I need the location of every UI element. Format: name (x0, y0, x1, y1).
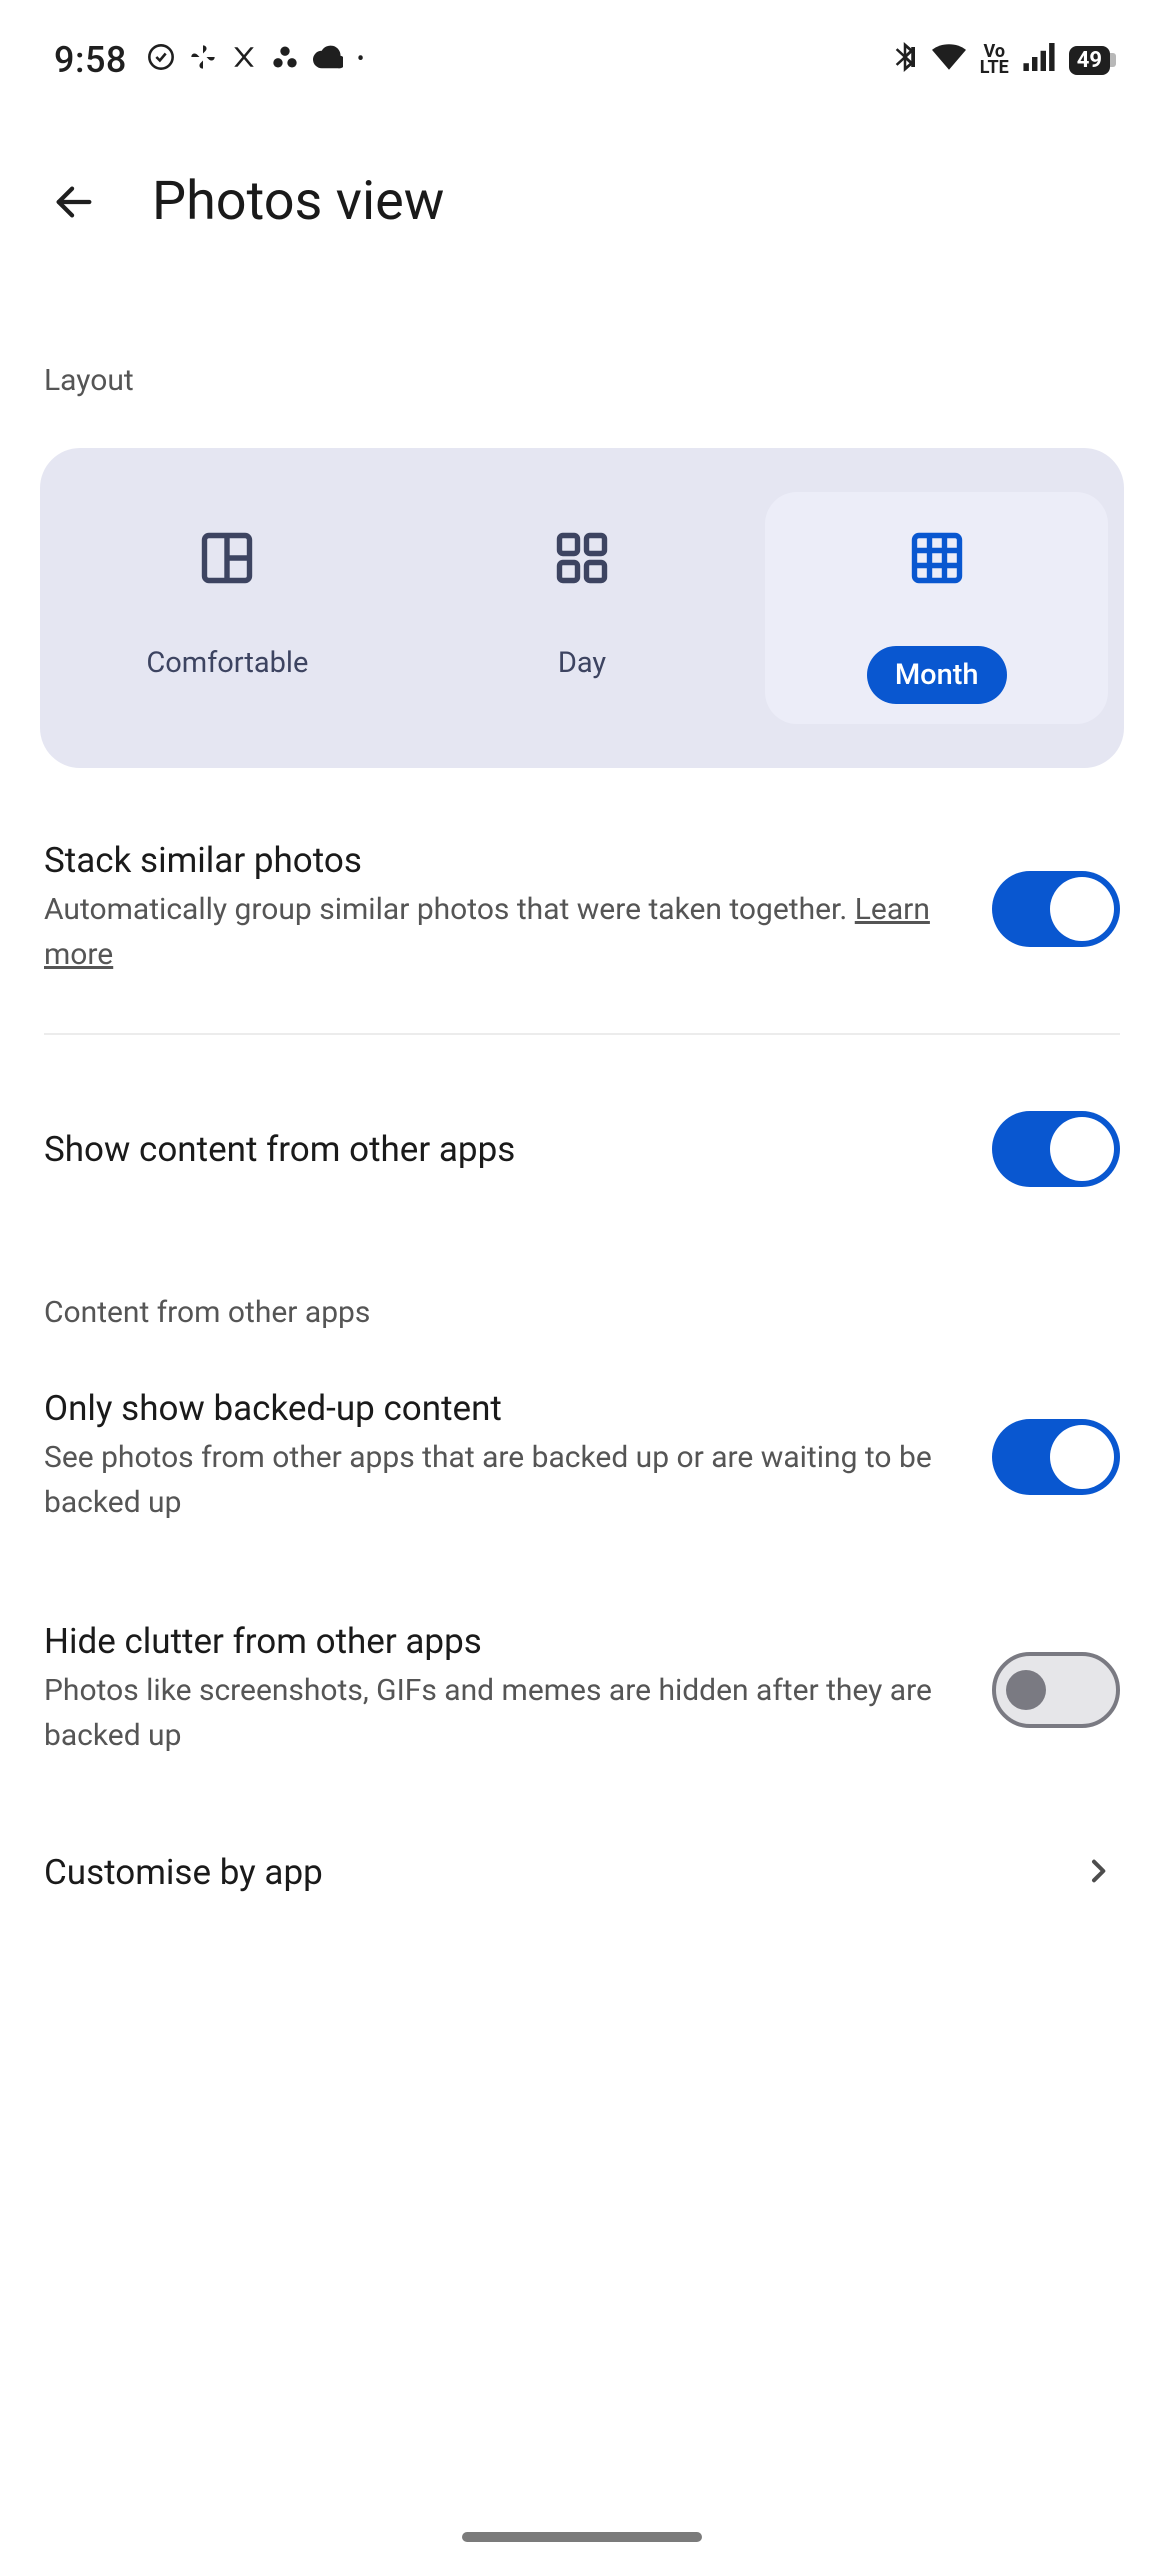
arrow-left-icon (51, 179, 97, 225)
dot-icon: • (357, 49, 364, 71)
toggle-only-backed-up[interactable] (992, 1419, 1120, 1495)
setting-text: Hide clutter from other apps Photos like… (44, 1621, 968, 1758)
setting-title: Only show backed-up content (44, 1388, 968, 1429)
setting-text: Only show backed-up content See photos f… (44, 1388, 968, 1525)
setting-title: Hide clutter from other apps (44, 1621, 968, 1662)
setting-stack-similar[interactable]: Stack similar photos Automatically group… (0, 768, 1164, 1025)
layout-label: Month (867, 646, 1007, 704)
cloud-icon (313, 45, 343, 75)
comfortable-icon (197, 528, 257, 588)
setting-text: Stack similar photos Automatically group… (44, 840, 968, 977)
status-clock: 9:58 (54, 39, 127, 81)
volte-icon: VoLTE (980, 44, 1009, 76)
battery-icon: 49 (1069, 46, 1110, 75)
signal-icon (1023, 43, 1055, 77)
layout-option-month[interactable]: Month (765, 492, 1108, 724)
month-icon (907, 528, 967, 588)
status-notification-icons: • (147, 43, 364, 77)
x-icon (231, 44, 257, 76)
dots-icon (271, 43, 299, 77)
layout-selector: Comfortable Day Month (40, 448, 1124, 768)
setting-only-backed-up[interactable]: Only show backed-up content See photos f… (0, 1340, 1164, 1573)
content-subheader: Content from other apps (0, 1235, 1164, 1340)
day-icon (552, 528, 612, 588)
wifi-icon (932, 44, 966, 76)
setting-text: Show content from other apps (44, 1129, 968, 1170)
layout-label: Day (558, 646, 606, 680)
layout-option-day[interactable]: Day (411, 492, 754, 724)
toggle-hide-clutter[interactable] (992, 1652, 1120, 1728)
toggle-stack-similar[interactable] (992, 871, 1120, 947)
setting-desc: See photos from other apps that are back… (44, 1435, 968, 1525)
layout-section-label: Layout (0, 283, 1164, 428)
setting-desc: Automatically group similar photos that … (44, 887, 968, 977)
navigation-handle[interactable] (462, 2532, 702, 2542)
divider (44, 1033, 1120, 1035)
setting-title: Stack similar photos (44, 840, 968, 881)
bluetooth-icon (892, 42, 918, 78)
pinwheel-icon (189, 43, 217, 77)
setting-title: Show content from other apps (44, 1129, 968, 1170)
layout-option-comfortable[interactable]: Comfortable (56, 492, 399, 724)
status-bar: 9:58 • VoLTE (0, 0, 1164, 110)
setting-customise-by-app[interactable]: Customise by app (0, 1806, 1164, 1939)
setting-show-other-apps[interactable]: Show content from other apps (0, 1063, 1164, 1235)
toggle-show-other-apps[interactable] (992, 1111, 1120, 1187)
back-button[interactable] (46, 174, 102, 230)
setting-title: Customise by app (44, 1852, 323, 1893)
status-left: 9:58 • (54, 39, 364, 81)
chevron-right-icon (1082, 1855, 1114, 1891)
status-system-icons: VoLTE 49 (892, 42, 1110, 78)
check-circle-icon (147, 43, 175, 77)
layout-label: Comfortable (146, 646, 308, 680)
setting-hide-clutter[interactable]: Hide clutter from other apps Photos like… (0, 1573, 1164, 1806)
setting-desc: Photos like screenshots, GIFs and memes … (44, 1668, 968, 1758)
header: Photos view (0, 110, 1164, 283)
page-title: Photos view (152, 170, 444, 233)
